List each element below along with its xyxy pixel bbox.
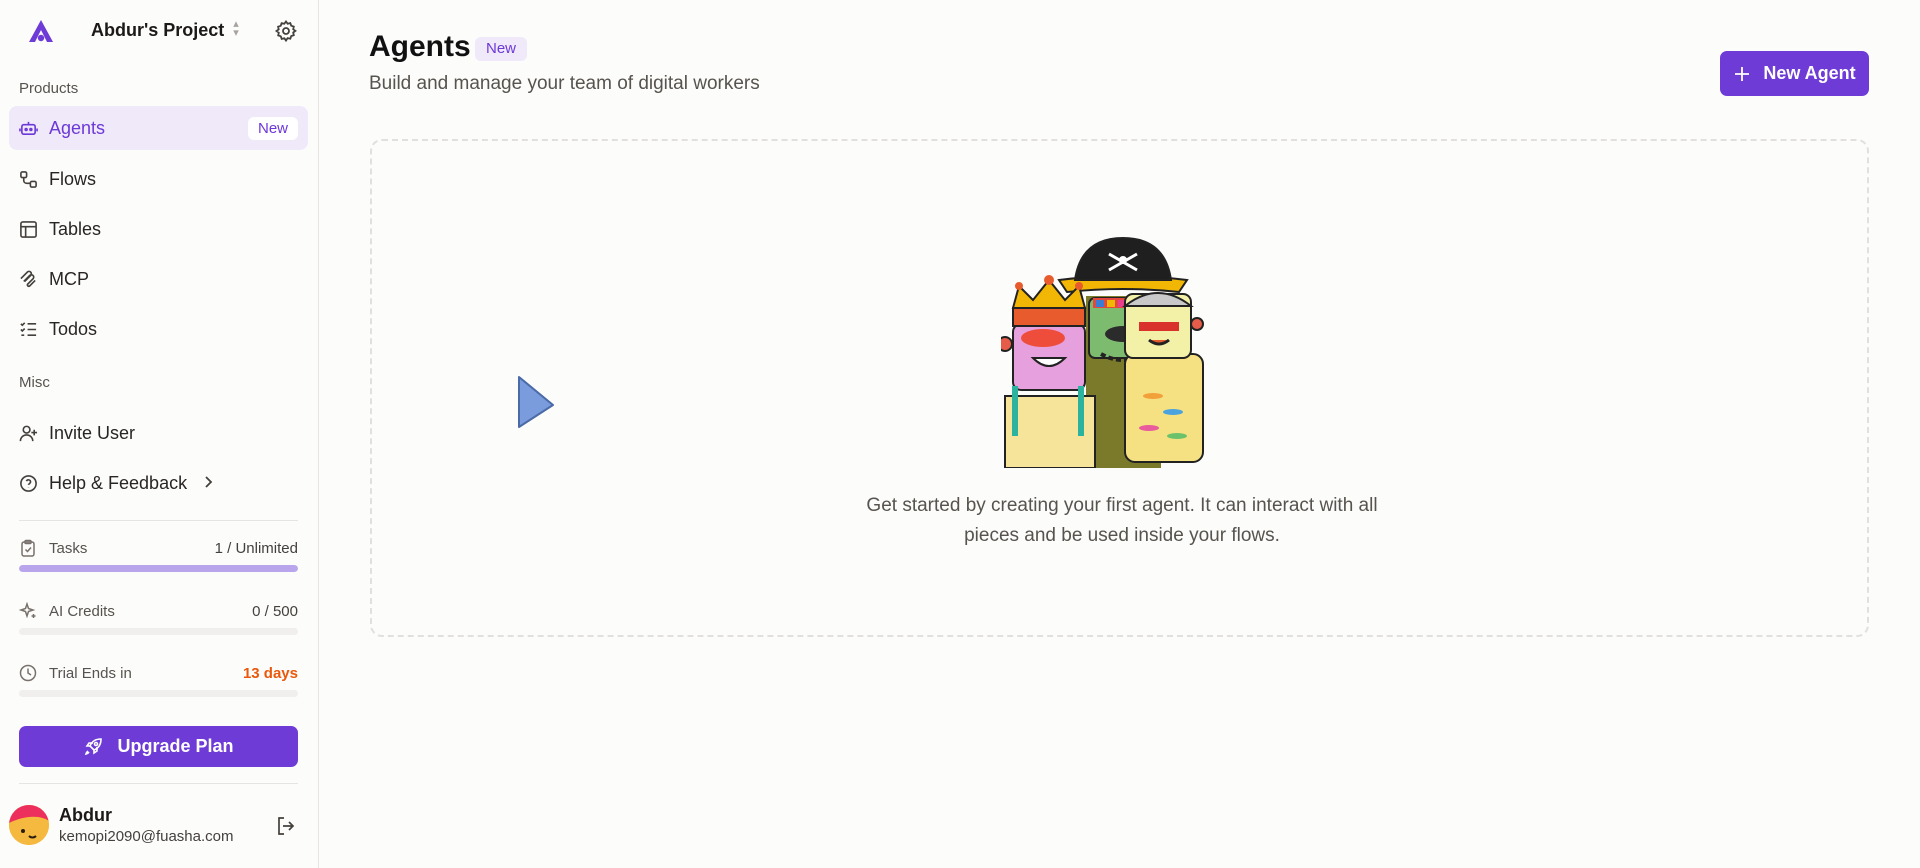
table-icon: [20, 221, 37, 238]
chevron-right-icon: [205, 476, 213, 488]
logout-icon[interactable]: [275, 815, 297, 837]
trial-progress-bar: [19, 690, 298, 697]
empty-state-line-2: pieces and be used inside your flows.: [964, 525, 1280, 546]
sparkles-icon: [19, 602, 36, 619]
mcp-icon: [20, 270, 36, 288]
avatar[interactable]: [9, 805, 49, 845]
help-circle-icon: [20, 475, 37, 492]
page-subtitle: Build and manage your team of digital wo…: [369, 73, 760, 94]
rocket-icon: [85, 737, 103, 755]
sidebar-item-todos[interactable]: Todos: [9, 307, 308, 351]
tasks-progress-fill: [19, 565, 298, 572]
clipboard-check-icon: [21, 539, 35, 557]
sidebar-item-invite-user[interactable]: Invite User: [9, 411, 308, 455]
upgrade-plan-button[interactable]: Upgrade Plan: [19, 726, 298, 767]
user-profile: Abdur kemopi2090@fuasha.com: [0, 795, 319, 855]
misc-section-label: Misc: [19, 374, 50, 391]
sidebar-item-label: Agents: [49, 118, 106, 138]
sidebar-item-label: Tables: [49, 219, 102, 239]
divider: [19, 520, 298, 521]
sidebar-item-label: Todos: [49, 319, 98, 339]
ai-credits-usage: AI Credits 0 / 500: [19, 602, 298, 642]
mouse-cursor-icon: [518, 376, 554, 428]
project-name: Abdur's Project: [91, 20, 225, 40]
robots-illustration: [1001, 236, 1204, 468]
sidebar: Abdur's Project ▴ ▾ Products Agents New F…: [0, 0, 319, 868]
user-plus-icon: [19, 425, 38, 442]
sidebar-item-flows[interactable]: Flows: [9, 157, 308, 201]
sidebar-item-mcp[interactable]: MCP: [9, 257, 308, 301]
products-section-label: Products: [19, 80, 79, 97]
tasks-label: Tasks: [49, 540, 88, 557]
empty-state-line-1: Get started by creating your first agent…: [866, 495, 1378, 516]
ai-credits-value: 0 / 500: [252, 603, 298, 620]
sidebar-item-tables[interactable]: Tables: [9, 207, 308, 251]
ai-credits-progress-bar: [19, 628, 298, 635]
sidebar-item-label: MCP: [49, 269, 89, 289]
user-email: kemopi2090@fuasha.com: [59, 828, 234, 845]
trial-usage: Trial Ends in 13 days: [19, 664, 298, 704]
project-switcher[interactable]: Abdur's Project ▴ ▾: [0, 0, 319, 62]
sidebar-item-label: Help & Feedback: [49, 473, 188, 493]
user-name: Abdur: [59, 805, 112, 825]
app-logo-icon: [29, 20, 53, 42]
bot-icon: [19, 121, 38, 136]
flow-icon: [20, 171, 37, 188]
sidebar-item-agents[interactable]: Agents New: [9, 106, 308, 150]
chevron-up-down-icon: ▴ ▾: [233, 18, 239, 39]
tasks-usage: Tasks 1 / Unlimited: [19, 539, 298, 579]
checklist-icon: [20, 322, 37, 337]
trial-label: Trial Ends in: [49, 665, 132, 682]
new-badge: New: [247, 117, 298, 140]
new-agent-label: New Agent: [1763, 63, 1856, 83]
page-title: Agents: [369, 30, 471, 63]
gear-icon[interactable]: [274, 19, 298, 43]
empty-state: Get started by creating your first agent…: [370, 139, 1869, 637]
divider: [19, 783, 298, 784]
empty-state-text: Get started by creating your first agent…: [822, 491, 1422, 551]
main-content: Agents New Build and manage your team of…: [320, 0, 1920, 868]
ai-credits-label: AI Credits: [49, 603, 115, 620]
sidebar-item-label: Flows: [49, 169, 97, 189]
tasks-progress-bar: [19, 565, 298, 572]
sidebar-item-label: Invite User: [49, 423, 136, 443]
title-new-badge: New: [475, 37, 528, 61]
trial-value: 13 days: [242, 665, 298, 682]
tasks-value: 1 / Unlimited: [214, 540, 298, 557]
new-agent-button[interactable]: New Agent: [1720, 51, 1869, 96]
clock-icon: [19, 664, 37, 682]
sidebar-item-help-feedback[interactable]: Help & Feedback: [9, 461, 308, 505]
upgrade-plan-label: Upgrade Plan: [117, 736, 234, 756]
plus-icon: [1735, 66, 1750, 81]
